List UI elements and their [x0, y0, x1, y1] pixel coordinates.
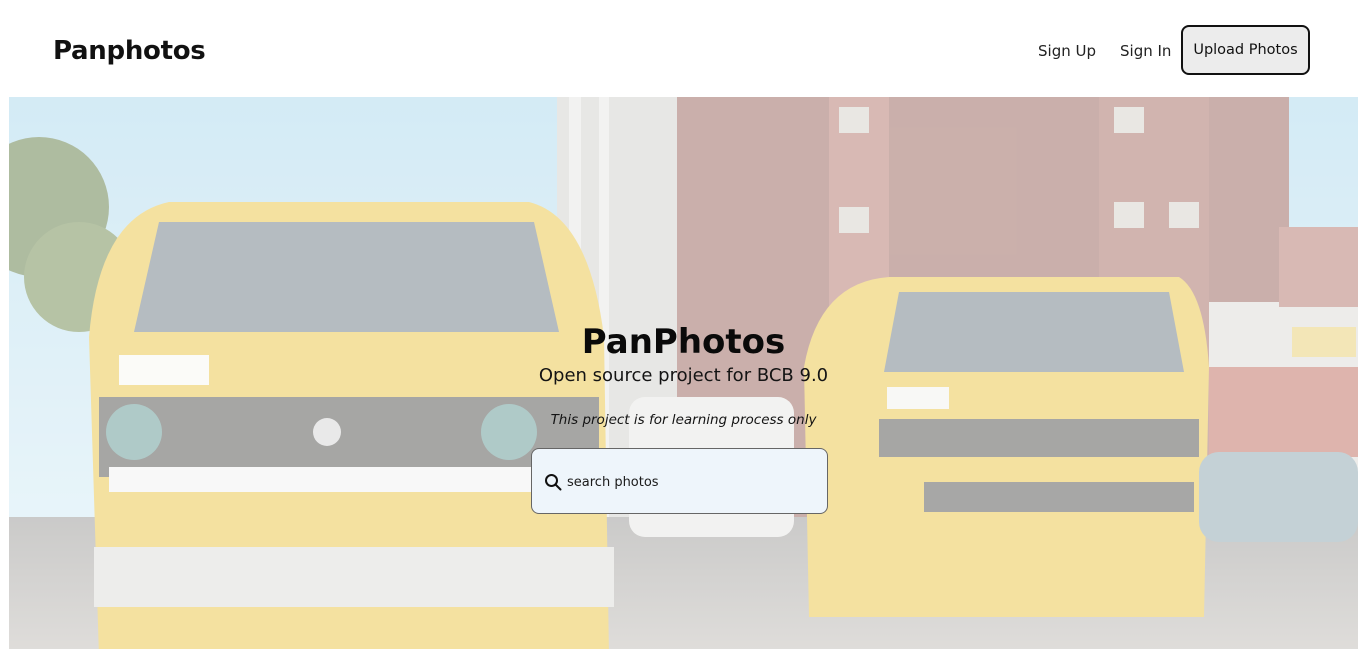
hero-subtitle: Open source project for BCB 9.0	[538, 365, 829, 386]
brand-logo[interactable]: Panphotos	[53, 36, 206, 66]
upload-photos-button[interactable]: Upload Photos	[1181, 25, 1310, 75]
hero-note: This project is for learning process onl…	[550, 412, 817, 428]
sign-up-link[interactable]: Sign Up	[1038, 42, 1096, 60]
hero-banner: PanPhotos Open source project for BCB 9.…	[9, 97, 1358, 649]
hero-title: PanPhotos	[581, 322, 786, 362]
search-box[interactable]	[531, 448, 828, 514]
search-input[interactable]	[565, 469, 819, 495]
search-icon	[545, 474, 562, 491]
sign-in-link[interactable]: Sign In	[1120, 42, 1171, 60]
top-navbar: Panphotos Sign Up Sign In Upload Photos	[0, 0, 1367, 97]
